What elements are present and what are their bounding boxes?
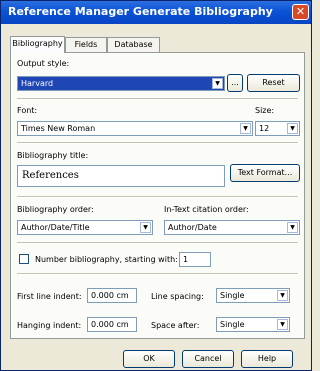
space-after-label: Space after:	[151, 321, 200, 330]
number-start-input[interactable]: 1	[179, 252, 211, 267]
chevron-down-icon: ▼	[287, 123, 298, 134]
size-label: Size:	[255, 106, 275, 115]
line-spacing-select[interactable]: Single ▼	[216, 288, 290, 303]
chevron-down-icon: ▼	[212, 78, 223, 89]
chevron-down-icon: ▼	[277, 319, 288, 330]
chevron-down-icon: ▼	[140, 222, 151, 233]
intext-order-select[interactable]: Author/Date ▼	[164, 220, 300, 235]
dialog-window: Reference Manager Generate Bibliography …	[0, 0, 312, 371]
title-bar[interactable]: Reference Manager Generate Bibliography …	[1, 1, 311, 24]
bibliography-panel: Output style: Harvard ▼ ... Reset Font: …	[10, 52, 305, 339]
intext-order-label: In-Text citation order:	[164, 205, 249, 214]
divider	[17, 196, 298, 198]
space-after-select[interactable]: Single ▼	[216, 317, 290, 332]
line-spacing-label: Line spacing:	[151, 292, 204, 301]
window-title: Reference Manager Generate Bibliography	[8, 5, 273, 18]
bib-title-label: Bibliography title:	[17, 151, 89, 160]
tab-database[interactable]: Database	[107, 37, 160, 52]
cancel-button[interactable]: Cancel	[182, 350, 234, 368]
number-bib-label: Number bibliography, starting with:	[35, 255, 178, 264]
divider	[17, 242, 298, 244]
first-indent-label: First line indent:	[17, 292, 82, 301]
tab-fields[interactable]: Fields	[65, 37, 107, 52]
output-style-select[interactable]: Harvard ▼	[17, 76, 225, 91]
chevron-down-icon: ▼	[277, 290, 288, 301]
text-format-button[interactable]: Text Format...	[230, 164, 300, 182]
divider	[17, 273, 298, 275]
close-button[interactable]: ✕	[292, 4, 309, 20]
chevron-down-icon: ▼	[240, 123, 251, 134]
output-style-label: Output style:	[17, 59, 70, 68]
divider	[17, 142, 298, 144]
ok-button[interactable]: OK	[123, 350, 175, 368]
first-indent-input[interactable]: 0.000 cm	[87, 288, 137, 303]
hanging-indent-input[interactable]: 0.000 cm	[87, 317, 137, 332]
divider	[17, 98, 298, 100]
bib-order-label: Bibliography order:	[17, 205, 94, 214]
help-button[interactable]: Help	[241, 350, 293, 368]
size-select[interactable]: 12 ▼	[255, 121, 300, 136]
close-icon: ✕	[295, 5, 306, 18]
tab-bibliography[interactable]: Bibliography	[10, 36, 65, 53]
hanging-indent-label: Hanging indent:	[17, 321, 82, 330]
browse-style-button[interactable]: ...	[227, 74, 243, 92]
reset-button[interactable]: Reset	[247, 74, 300, 92]
number-bib-checkbox[interactable]	[19, 254, 29, 264]
font-label: Font:	[17, 106, 38, 115]
font-select[interactable]: Times New Roman ▼	[17, 121, 253, 136]
chevron-down-icon: ▼	[287, 222, 298, 233]
bib-order-select[interactable]: Author/Date/Title ▼	[17, 220, 153, 235]
bib-title-input[interactable]: References	[17, 165, 225, 187]
